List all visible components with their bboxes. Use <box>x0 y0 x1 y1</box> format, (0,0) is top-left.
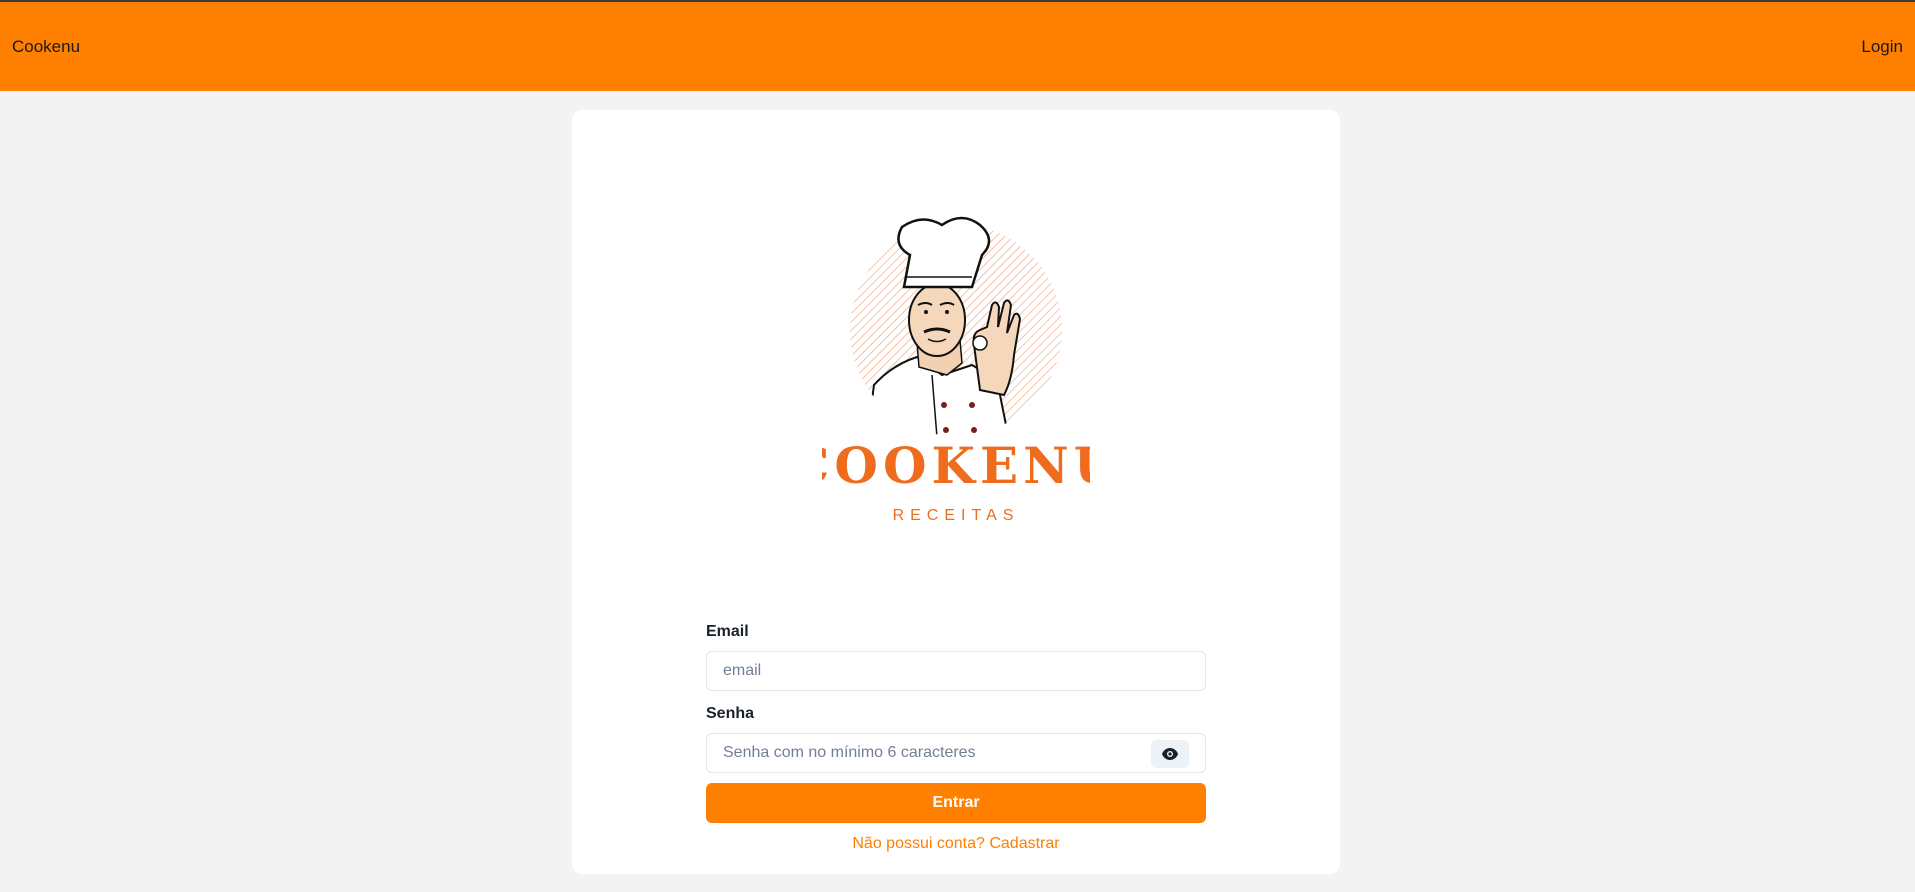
login-form: Email Senha Entrar Não possui conta? Cad… <box>706 623 1206 853</box>
login-nav-button[interactable]: Login <box>1861 37 1903 57</box>
signup-link[interactable]: Não possui conta? Cadastrar <box>706 835 1206 853</box>
email-label: Email <box>706 623 749 640</box>
logo-title: COOKENU <box>822 436 1090 495</box>
show-password-button[interactable] <box>1151 740 1189 768</box>
login-card: COOKENU RECEITAS Email Senha Entrar Não … <box>572 110 1340 874</box>
email-field-wrapper <box>706 651 1206 691</box>
cookenu-logo: COOKENU RECEITAS <box>822 216 1090 524</box>
top-navbar: Cookenu Login <box>0 0 1915 91</box>
password-label: Senha <box>706 705 755 722</box>
login-submit-button[interactable]: Entrar <box>706 783 1206 823</box>
email-input[interactable] <box>723 662 1189 680</box>
eye-icon <box>1162 748 1178 760</box>
password-field-wrapper <box>706 733 1206 773</box>
password-input[interactable] <box>723 744 1189 762</box>
logo-subtitle: RECEITAS <box>893 507 1020 524</box>
brand-link[interactable]: Cookenu <box>12 37 80 57</box>
